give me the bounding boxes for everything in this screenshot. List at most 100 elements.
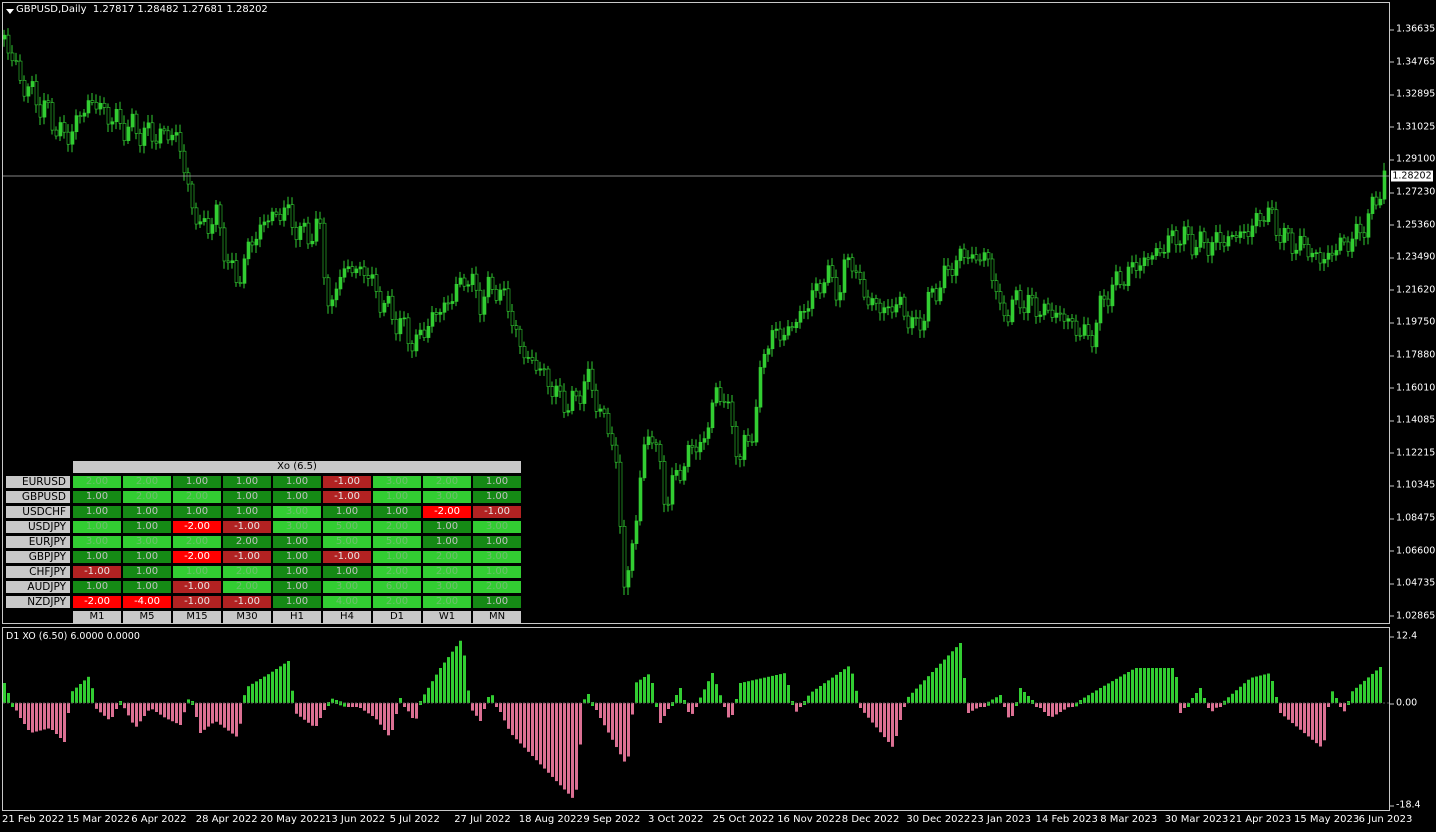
xo-cell: 3.00 xyxy=(473,521,521,533)
price-tick: 1.19750 xyxy=(1389,316,1436,328)
price-tick: 1.29100 xyxy=(1389,153,1436,165)
date-tick: 15 Mar 2022 xyxy=(66,814,130,825)
date-tick: 8 Mar 2023 xyxy=(1100,814,1158,825)
indicator-tick: -18.4 xyxy=(1390,799,1421,811)
column-label-d1: D1 xyxy=(373,611,421,623)
xo-cell: 2.00 xyxy=(123,476,171,488)
xo-cell: -1.00 xyxy=(223,551,271,563)
xo-cell: -1.00 xyxy=(323,491,371,503)
date-tick: 15 May 2023 xyxy=(1294,814,1360,825)
xo-cell: 1.00 xyxy=(323,566,371,578)
xo-cell: 1.00 xyxy=(123,506,171,518)
date-tick: 21 Feb 2022 xyxy=(2,814,65,825)
xo-cell: 1.00 xyxy=(423,536,471,548)
row-label-nzdjpy: NZDJPY xyxy=(6,596,70,608)
xo-cell: -2.00 xyxy=(173,551,221,563)
date-tick: 30 Mar 2023 xyxy=(1164,814,1229,825)
xo-cell: 1.00 xyxy=(473,566,521,578)
price-tick: 1.36635 xyxy=(1389,23,1436,35)
xo-cell: 3.00 xyxy=(423,581,471,593)
date-tick: 5 Jul 2022 xyxy=(389,814,440,825)
xo-cell: 2.00 xyxy=(123,491,171,503)
xo-cell: -1.00 xyxy=(223,596,271,608)
xo-cell: -1.00 xyxy=(223,521,271,533)
xo-cell: 1.00 xyxy=(73,491,121,503)
date-tick: 20 May 2022 xyxy=(260,814,326,825)
row-label-audjpy: AUDJPY xyxy=(6,581,70,593)
xo-cell: 1.00 xyxy=(423,521,471,533)
xo-cell: 1.00 xyxy=(273,551,321,563)
xo-cell: -1.00 xyxy=(323,476,371,488)
xo-cell: 5.00 xyxy=(323,536,371,548)
date-tick: 23 Jan 2023 xyxy=(971,814,1031,825)
xo-cell: -1.00 xyxy=(73,566,121,578)
xo-cell: -2.00 xyxy=(73,596,121,608)
price-tick: 1.23490 xyxy=(1389,251,1436,263)
xo-cell: 1.00 xyxy=(273,596,321,608)
date-tick: 6 Apr 2022 xyxy=(131,814,187,825)
price-tick: 1.21620 xyxy=(1389,284,1436,296)
indicator-tick: 0.00 xyxy=(1389,697,1418,709)
xo-cell: -1.00 xyxy=(473,506,521,518)
xo-cell: 2.00 xyxy=(473,581,521,593)
chart-menu-icon[interactable] xyxy=(6,9,14,14)
column-label-m1: M1 xyxy=(73,611,121,623)
xo-cell: 1.00 xyxy=(73,581,121,593)
price-tick: 1.32895 xyxy=(1389,88,1436,100)
price-tick: 1.16010 xyxy=(1389,382,1436,394)
column-label-m30: M30 xyxy=(223,611,271,623)
price-tick: 1.31025 xyxy=(1389,121,1436,133)
xo-cell: 3.00 xyxy=(373,476,421,488)
xo-cell: 3.00 xyxy=(473,551,521,563)
row-label-gbpjpy: GBPJPY xyxy=(6,551,70,563)
date-tick: 30 Dec 2022 xyxy=(906,814,971,825)
price-tick: 1.10345 xyxy=(1389,479,1436,491)
xo-cell: -2.00 xyxy=(423,506,471,518)
price-tick: 1.27230 xyxy=(1389,186,1436,198)
column-label-h4: H4 xyxy=(323,611,371,623)
xo-cell: 3.00 xyxy=(273,506,321,518)
xo-cell: 3.00 xyxy=(273,521,321,533)
xo-cell: 1.00 xyxy=(223,476,271,488)
xo-cell: 3.00 xyxy=(73,536,121,548)
xo-cell: 1.00 xyxy=(123,581,171,593)
xo-cell: 2.00 xyxy=(423,551,471,563)
date-tick: 6 Jun 2023 xyxy=(1358,814,1413,825)
price-tick: 1.12215 xyxy=(1389,447,1436,459)
date-tick: 18 Aug 2022 xyxy=(518,814,583,825)
xo-cell: 1.00 xyxy=(73,521,121,533)
row-label-usdchf: USDCHF xyxy=(6,506,70,518)
date-tick: 27 Jul 2022 xyxy=(454,814,511,825)
xo-cell: 4.00 xyxy=(323,596,371,608)
date-tick: 3 Oct 2022 xyxy=(648,814,704,825)
row-label-gbpusd: GBPUSD xyxy=(6,491,70,503)
xo-cell: 1.00 xyxy=(173,566,221,578)
date-tick: 8 Dec 2022 xyxy=(841,814,900,825)
price-tick: 1.14085 xyxy=(1389,414,1436,426)
xo-cell: -2.00 xyxy=(173,521,221,533)
price-tick: 1.04735 xyxy=(1389,577,1436,589)
xo-cell: 1.00 xyxy=(273,536,321,548)
xo-cell: 5.00 xyxy=(323,521,371,533)
indicator-label: D1 XO (6.50) 6.0000 0.0000 xyxy=(6,631,140,642)
xo-cell: 1.00 xyxy=(473,476,521,488)
table-title: Xo (6.5) xyxy=(73,461,521,473)
xo-cell: 2.00 xyxy=(173,536,221,548)
chart-symbol-label: GBPUSD,Daily 1.27817 1.28482 1.27681 1.2… xyxy=(16,4,268,15)
xo-cell: 2.00 xyxy=(223,581,271,593)
xo-cell: 1.00 xyxy=(323,506,371,518)
xo-cell: 1.00 xyxy=(73,506,121,518)
price-tick: 1.34765 xyxy=(1389,56,1436,68)
xo-cell: 1.00 xyxy=(373,506,421,518)
date-tick: 28 Apr 2022 xyxy=(195,814,258,825)
xo-cell: 1.00 xyxy=(273,566,321,578)
row-label-usdjpy: USDJPY xyxy=(6,521,70,533)
xo-cell: 1.00 xyxy=(73,551,121,563)
xo-cell: 2.00 xyxy=(223,536,271,548)
xo-cell: 1.00 xyxy=(473,596,521,608)
xo-cell: 2.00 xyxy=(223,566,271,578)
xo-cell: 1.00 xyxy=(223,491,271,503)
column-label-m15: M15 xyxy=(173,611,221,623)
xo-cell: 3.00 xyxy=(423,491,471,503)
date-tick: 16 Nov 2022 xyxy=(777,814,842,825)
